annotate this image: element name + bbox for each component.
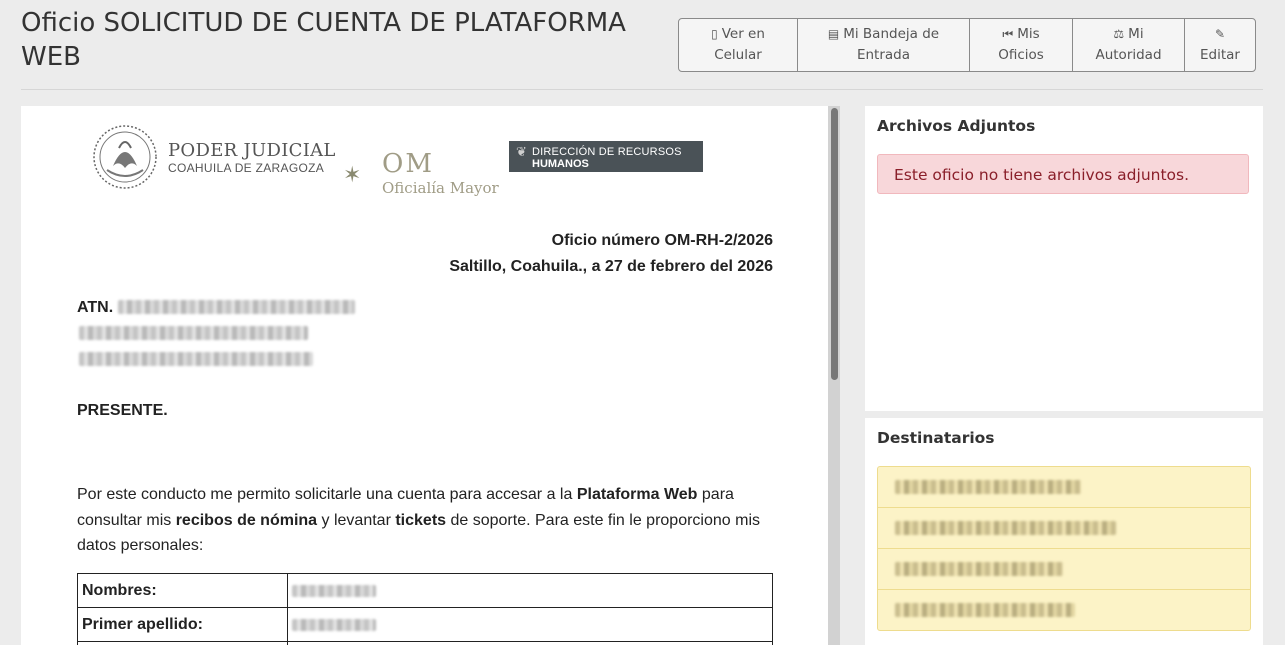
- recipients-title: Destinatarios: [877, 429, 995, 447]
- redacted-value: [292, 618, 376, 631]
- attachments-title: Archivos Adjuntos: [877, 117, 1036, 135]
- scale-icon: ⚖: [1113, 27, 1125, 41]
- pencil-icon: ✎: [1214, 27, 1226, 41]
- scrollbar-track[interactable]: [828, 106, 840, 645]
- table-value: [287, 573, 773, 608]
- inbox-button[interactable]: ▤ Mi Bandeja de Entrada: [798, 19, 970, 71]
- view-mobile-button[interactable]: ▯ Ver en Celular: [679, 19, 798, 71]
- table-key: Nombres:: [77, 573, 288, 608]
- institution-name: PODER JUDICIAL: [168, 140, 336, 161]
- scrollbar-thumb[interactable]: [831, 108, 838, 380]
- coat-of-arms-seal-icon: [93, 125, 157, 189]
- letterhead: PODER JUDICIAL COAHUILA DE ZARAGOZA ✶ OM…: [91, 124, 711, 197]
- list-item[interactable]: [878, 508, 1250, 549]
- document-viewer[interactable]: PODER JUDICIAL COAHUILA DE ZARAGOZA ✶ OM…: [21, 106, 840, 645]
- list-item[interactable]: [878, 467, 1250, 508]
- place-date: Saltillo, Coahuila., a 27 de febrero del…: [449, 258, 773, 275]
- header-divider: [21, 89, 1263, 90]
- table-row: Nombres:: [77, 573, 773, 608]
- redacted-recipient-area: [79, 352, 313, 366]
- redacted-recipient-name: [118, 300, 355, 314]
- list-item[interactable]: [878, 549, 1250, 590]
- personal-data-table: Nombres: Primer apellido:: [77, 573, 773, 645]
- inbox-icon: ▤: [827, 27, 840, 41]
- redacted-recipient-title: [79, 326, 308, 340]
- page-title: Oficio SOLICITUD DE CUENTA DE PLATAFORMA…: [21, 8, 626, 72]
- redacted-recipient: [895, 480, 1081, 494]
- recipients-card: Destinatarios: [865, 418, 1263, 645]
- department-banner: ❦ DIRECCIÓN DE RECURSOS HUMANOS: [509, 141, 703, 172]
- fast-backward-icon: ⏮: [1002, 27, 1014, 41]
- body-paragraph: Por este conducto me permito solicitarle…: [77, 486, 760, 554]
- my-oficios-button[interactable]: ⏮ Mis Oficios: [970, 19, 1073, 71]
- redacted-recipient: [895, 521, 1116, 535]
- greeting: PRESENTE.: [77, 402, 168, 419]
- star-icon: ✶: [343, 162, 362, 187]
- mobile-phone-icon: ▯: [711, 27, 718, 41]
- oficio-number: Oficio número OM-RH-2/2026: [551, 232, 773, 249]
- list-item[interactable]: [878, 590, 1250, 630]
- institution-state: COAHUILA DE ZARAGOZA: [168, 161, 325, 175]
- table-key: [77, 641, 288, 645]
- table-key: Primer apellido:: [77, 607, 288, 642]
- edit-button[interactable]: ✎ Editar: [1185, 19, 1255, 71]
- om-abbreviation: OM: [382, 149, 434, 179]
- no-attachments-alert: Este oficio no tiene archivos adjuntos.: [877, 154, 1249, 194]
- my-authority-button[interactable]: ⚖ Mi Autoridad: [1073, 19, 1185, 71]
- header-button-group: ▯ Ver en Celular ▤ Mi Bandeja de Entrada ⏮…: [678, 18, 1256, 72]
- laurel-icon: ❦: [516, 144, 527, 159]
- redacted-value: [292, 584, 376, 597]
- table-value: [287, 641, 773, 645]
- table-row: Primer apellido:: [77, 607, 773, 642]
- recipients-list: [877, 466, 1251, 631]
- atn-label: ATN.: [77, 299, 114, 316]
- om-name: Oficialía Mayor: [382, 179, 499, 197]
- table-row: [77, 641, 773, 645]
- redacted-recipient: [895, 562, 1063, 576]
- redacted-recipient: [895, 603, 1075, 617]
- table-value: [287, 607, 773, 642]
- attachments-card: Archivos Adjuntos Este oficio no tiene a…: [865, 106, 1263, 411]
